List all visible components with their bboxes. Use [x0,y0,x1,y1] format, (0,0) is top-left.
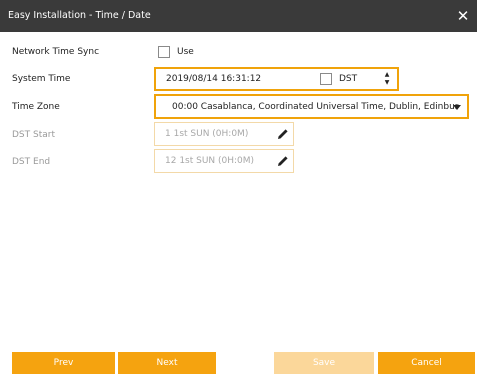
dst-start-label: DST Start [12,130,55,140]
spin-up-icon[interactable]: ▲ [382,71,392,79]
pencil-icon[interactable] [277,128,289,140]
cancel-button[interactable]: Cancel [378,352,475,374]
pencil-icon[interactable] [277,155,289,167]
system-time-value: 2019/08/14 16:31:12 [166,74,262,84]
title-bar: Easy Installation - Time / Date ✕ [0,0,477,32]
dst-label: DST [339,74,358,84]
system-time-label: System Time [12,74,71,84]
time-zone-value: 00:00 Casablanca, Coordinated Universal … [172,102,459,112]
dst-start-value: 1 1st SUN (0H:0M) [165,129,249,139]
time-zone-label: Time Zone [12,102,60,112]
network-time-sync-label: Network Time Sync [12,47,100,57]
save-button[interactable]: Save [274,352,374,374]
window-title: Easy Installation - Time / Date [8,10,151,21]
network-time-sync-use-label: Use [177,47,194,57]
network-time-sync-checkbox[interactable] [158,46,170,58]
dst-start-field[interactable]: 1 1st SUN (0H:0M) [154,122,294,146]
close-icon[interactable]: ✕ [455,6,471,26]
dst-checkbox[interactable] [320,73,332,85]
dst-end-value: 12 1st SUN (0H:0M) [165,156,255,166]
dst-end-field[interactable]: 12 1st SUN (0H:0M) [154,149,294,173]
next-button[interactable]: Next [118,352,216,374]
spinner-arrows-icon[interactable]: ▲ ▼ [382,71,392,87]
system-time-field[interactable]: 2019/08/14 16:31:12 DST ▲ ▼ [154,67,399,91]
prev-button[interactable]: Prev [12,352,115,374]
dst-end-label: DST End [12,157,51,167]
spin-down-icon[interactable]: ▼ [382,79,392,87]
time-zone-dropdown[interactable]: 00:00 Casablanca, Coordinated Universal … [154,94,469,119]
chevron-down-icon [453,105,461,110]
